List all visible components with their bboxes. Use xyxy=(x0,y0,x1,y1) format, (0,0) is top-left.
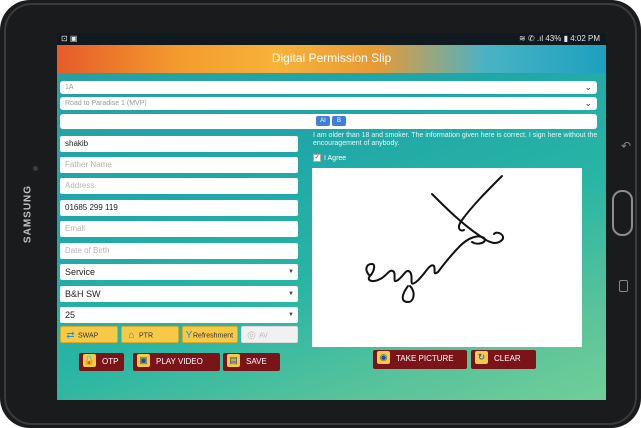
recent-apps-icon[interactable] xyxy=(619,280,628,292)
name-field[interactable]: shakib xyxy=(60,136,298,152)
otp-label: OTP xyxy=(102,357,119,366)
play-video-label: PLAY VIDEO xyxy=(156,357,203,366)
chevron-down-icon: ⌄ xyxy=(584,82,592,92)
back-key-icon[interactable]: ↶ xyxy=(621,139,631,153)
number-select[interactable]: 25 ▼ xyxy=(60,307,298,323)
ptr-label: PTR xyxy=(139,332,153,340)
page-title: Digital Permission Slip xyxy=(271,51,392,65)
av-button[interactable]: ◎ AV xyxy=(241,326,298,343)
class-select-value: 1A xyxy=(65,84,74,91)
refresh-icon: ↻ xyxy=(475,351,488,365)
video-icon: ▣ xyxy=(137,354,150,368)
clear-label: CLEAR xyxy=(494,354,521,363)
service-select[interactable]: Service ▼ xyxy=(60,264,298,280)
camera-icon: ◉ xyxy=(377,351,390,365)
status-icons-left: ⊡ ▣ xyxy=(61,34,78,43)
signature-pad[interactable] xyxy=(312,168,582,347)
journey-select-value: Road to Paradise 1 (MVP) xyxy=(65,100,147,107)
swap-button[interactable]: ⇄ SWAP xyxy=(60,326,118,343)
ptr-button[interactable]: ⌂ PTR xyxy=(121,326,179,343)
service-select-value: Service xyxy=(65,267,96,277)
toggle-b-button[interactable]: B xyxy=(332,116,346,126)
phone-field[interactable]: 01685 299 119 xyxy=(60,200,298,216)
av-label: AV xyxy=(259,332,268,340)
refreshment-button[interactable]: YRefreshment xyxy=(182,326,238,343)
floppy-icon: ▤ xyxy=(227,354,240,368)
clear-button[interactable]: ↻ CLEAR xyxy=(471,350,536,369)
agree-label: I Agree xyxy=(324,154,347,162)
dob-field[interactable]: Date of Birth xyxy=(60,243,298,259)
consent-text: I am older than 18 and smoker. The infor… xyxy=(313,132,598,147)
take-picture-label: TAKE PICTURE xyxy=(396,354,454,363)
dropdown-arrow-icon: ▼ xyxy=(288,312,294,318)
cocktail-icon: Y xyxy=(185,330,193,341)
home-button[interactable] xyxy=(612,190,633,236)
branch-select[interactable]: B&H SW ▼ xyxy=(60,286,298,302)
tablet-device: SAMSUNG ↶ ⊡ ▣ ≋ ✆ .ıl 43% ▮ 4:02 PM Digi… xyxy=(0,0,641,428)
class-select[interactable]: 1A ⌄ xyxy=(60,81,597,94)
app-screen: ⊡ ▣ ≋ ✆ .ıl 43% ▮ 4:02 PM Digital Permis… xyxy=(57,33,606,400)
otp-button[interactable]: 🔒 OTP xyxy=(79,353,124,371)
lock-icon: 🔒 xyxy=(83,354,96,368)
take-picture-button[interactable]: ◉ TAKE PICTURE xyxy=(373,350,467,369)
save-button[interactable]: ▤ SAVE xyxy=(223,353,280,371)
dropdown-arrow-icon: ▼ xyxy=(288,291,294,297)
toggle-a-button[interactable]: AI xyxy=(316,116,330,126)
save-label: SAVE xyxy=(246,357,267,366)
disc-icon: ◎ xyxy=(247,330,256,341)
checkbox-checked-icon: ✓ xyxy=(313,154,321,162)
brand-logo: SAMSUNG xyxy=(22,184,34,244)
signature-drawing xyxy=(365,175,504,304)
home-icon: ⌂ xyxy=(128,330,135,341)
email-field[interactable]: Email xyxy=(60,221,298,237)
refreshment-label: Refreshment xyxy=(193,332,234,340)
swap-label: SWAP xyxy=(78,332,99,340)
journey-select[interactable]: Road to Paradise 1 (MVP) ⌄ xyxy=(60,97,597,110)
toggle-bar: AI B xyxy=(60,114,597,129)
chevron-down-icon: ⌄ xyxy=(584,98,592,108)
branch-select-value: B&H SW xyxy=(65,289,101,299)
dropdown-arrow-icon: ▼ xyxy=(288,269,294,275)
status-icons-right: ≋ ✆ .ıl 43% ▮ 4:02 PM xyxy=(519,34,600,43)
address-field[interactable]: Address xyxy=(60,178,298,194)
father-name-field[interactable]: Father Name xyxy=(60,157,298,173)
status-bar: ⊡ ▣ ≋ ✆ .ıl 43% ▮ 4:02 PM xyxy=(57,33,606,45)
play-video-button[interactable]: ▣ PLAY VIDEO xyxy=(133,353,220,371)
swap-icon: ⇄ xyxy=(66,330,75,341)
title-bar: Digital Permission Slip xyxy=(57,45,606,73)
front-camera xyxy=(33,166,38,171)
number-select-value: 25 xyxy=(65,310,76,320)
agree-checkbox[interactable]: ✓ I Agree xyxy=(313,154,346,162)
